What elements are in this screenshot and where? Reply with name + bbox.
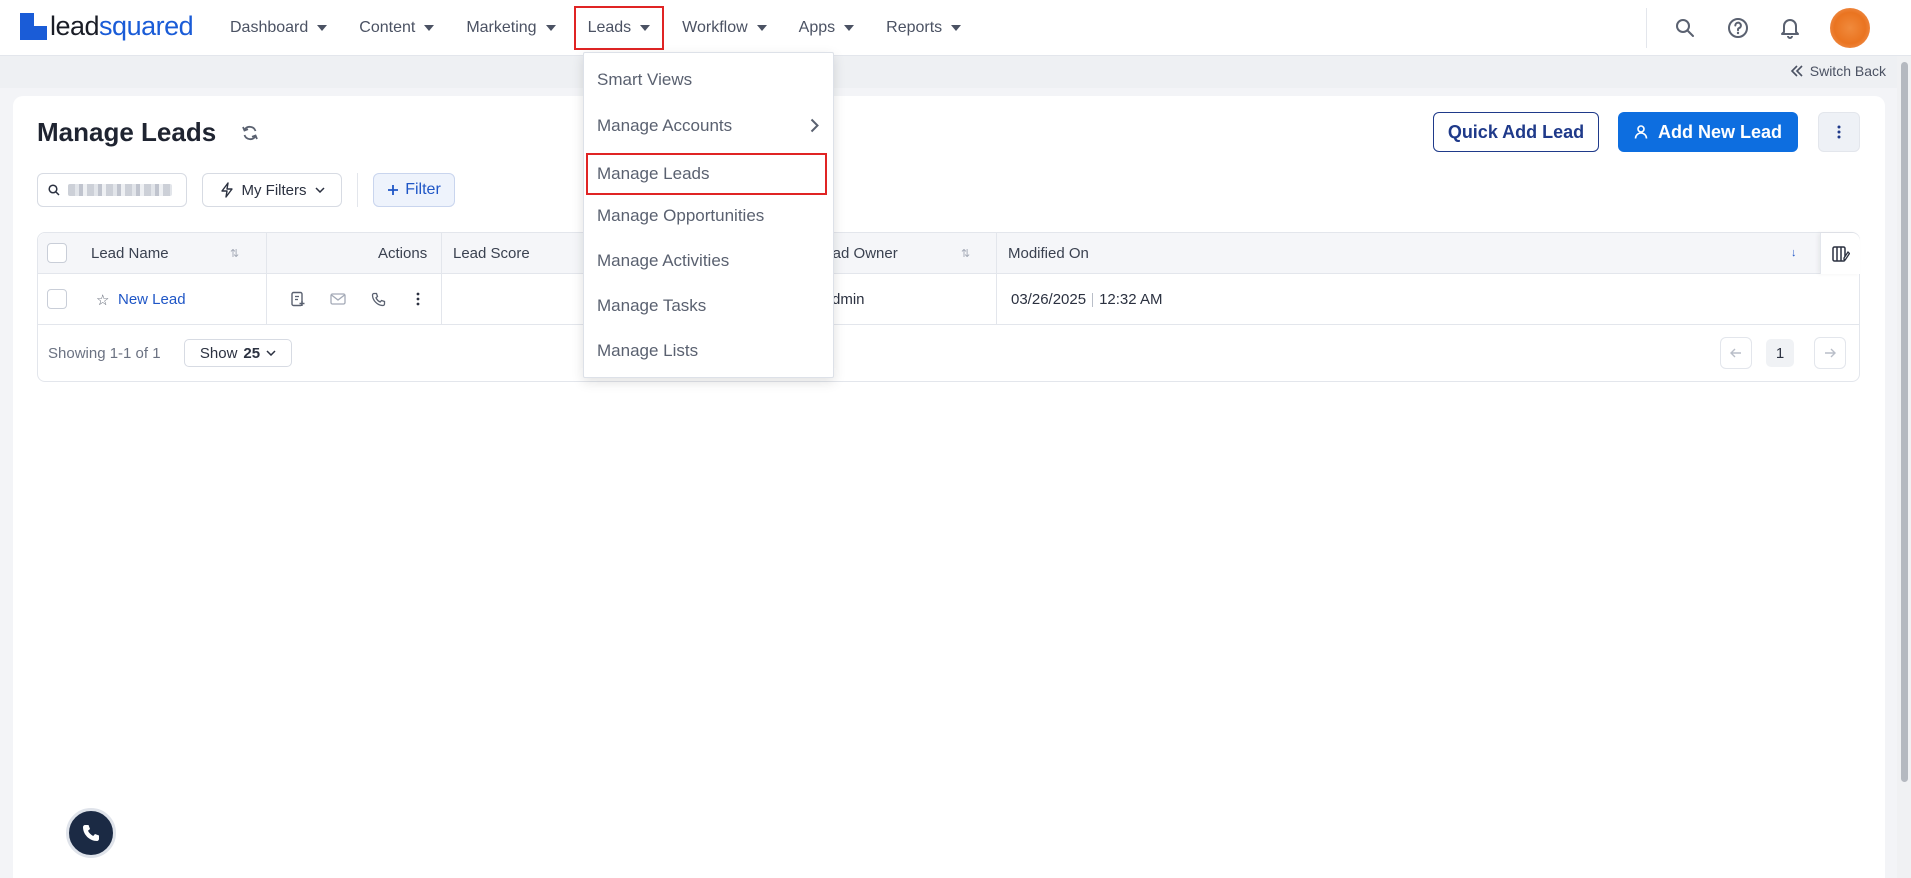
sort-desc-icon[interactable]: ↓ — [1791, 247, 1797, 259]
prev-page-button[interactable] — [1720, 337, 1752, 369]
caret-down-icon — [317, 25, 328, 31]
table-row[interactable]: ☆ New Lead Admin 03/26/2025 12:32 AM — [38, 274, 1859, 325]
showing-count: Showing 1-1 of 1 — [48, 345, 161, 362]
header-modified-on[interactable]: Modified On — [1008, 233, 1089, 274]
logo-text: leadsquared — [50, 10, 194, 41]
quick-add-lead-button[interactable]: Quick Add Lead — [1433, 112, 1599, 152]
filter-button[interactable]: Filter — [373, 173, 455, 207]
main-nav: Dashboard Content Marketing Leads Workfl… — [214, 0, 977, 56]
date-time-divider — [1092, 292, 1094, 307]
blurred-search-value — [68, 184, 172, 196]
menu-manage-accounts[interactable]: Manage Accounts — [584, 106, 833, 146]
header-actions: Actions — [378, 245, 428, 262]
modified-date: 03/26/2025 — [1011, 291, 1087, 308]
filter-label: Filter — [405, 181, 441, 198]
logo-mark-icon — [20, 12, 47, 40]
nav-leads[interactable]: Leads — [573, 6, 665, 50]
user-add-icon — [1634, 125, 1648, 139]
caret-down-icon — [951, 25, 962, 31]
refresh-icon[interactable] — [241, 124, 259, 147]
caret-down-icon — [756, 25, 767, 31]
caret-down-icon — [424, 25, 435, 31]
switch-back-link[interactable]: Switch Back — [1790, 63, 1886, 79]
leads-dropdown-menu: Smart Views Manage Accounts Manage Leads… — [583, 52, 834, 378]
page-size-value: 25 — [243, 344, 261, 362]
next-page-button[interactable] — [1814, 337, 1846, 369]
sort-icon[interactable]: ⇅ — [961, 247, 970, 260]
show-label: Show — [199, 344, 238, 362]
lightning-icon — [220, 182, 233, 198]
plus-icon — [388, 185, 399, 195]
email-icon[interactable] — [329, 290, 347, 308]
phone-icon — [83, 825, 99, 841]
select-all-checkbox[interactable] — [47, 243, 67, 263]
menu-manage-activities[interactable]: Manage Activities — [584, 241, 833, 281]
header-lead-name[interactable]: Lead Name — [91, 233, 169, 274]
caret-down-icon — [545, 25, 556, 31]
star-icon[interactable]: ☆ — [96, 274, 109, 325]
top-navbar: leadsquared Dashboard Content Marketing … — [0, 0, 1911, 56]
sort-icon[interactable]: ⇅ — [230, 247, 239, 260]
nav-workflow[interactable]: Workflow — [666, 6, 783, 50]
help-icon[interactable] — [1726, 16, 1750, 40]
scrollbar-thumb[interactable] — [1901, 62, 1908, 782]
menu-manage-leads[interactable]: Manage Leads — [586, 153, 827, 195]
menu-manage-tasks[interactable]: Manage Tasks — [584, 286, 833, 326]
modified-time: 12:32 AM — [1099, 291, 1163, 308]
menu-manage-lists[interactable]: Manage Lists — [584, 331, 833, 371]
row-checkbox[interactable] — [47, 289, 67, 309]
column-edit-icon — [1831, 245, 1850, 262]
lead-name-link[interactable]: New Lead — [118, 274, 186, 325]
menu-smart-views[interactable]: Smart Views — [584, 60, 833, 100]
double-chevron-left-icon — [1790, 65, 1803, 77]
phone-call-button[interactable] — [66, 808, 116, 858]
page-title: Manage Leads — [37, 117, 217, 147]
arrow-right-icon — [1825, 348, 1836, 358]
table-footer: Showing 1-1 of 1 Show 25 1 — [38, 325, 1859, 383]
search-icon — [48, 184, 60, 196]
bell-icon[interactable] — [1778, 16, 1802, 40]
kebab-icon — [1837, 125, 1841, 139]
chevron-right-icon — [810, 118, 819, 133]
add-activity-icon[interactable] — [289, 290, 307, 308]
leads-table: Lead Name ⇅ Actions Lead Score Lead Owne… — [37, 232, 1860, 382]
nav-reports[interactable]: Reports — [870, 6, 977, 50]
leadsquared-logo[interactable]: leadsquared — [20, 10, 194, 42]
menu-manage-opportunities[interactable]: Manage Opportunities — [584, 196, 833, 236]
caret-down-icon — [844, 25, 855, 31]
my-filters-label: My Filters — [241, 181, 307, 199]
filter-divider — [357, 173, 358, 207]
caret-down-icon — [640, 25, 651, 31]
add-new-lead-label: Add New Lead — [1657, 121, 1782, 142]
more-options-button[interactable] — [1818, 112, 1860, 152]
sub-bar — [0, 56, 1911, 88]
nav-apps[interactable]: Apps — [783, 6, 870, 50]
nav-content[interactable]: Content — [343, 6, 450, 50]
search-input[interactable] — [37, 173, 187, 207]
switch-back-label: Switch Back — [1809, 63, 1886, 79]
chevron-down-icon — [266, 350, 276, 356]
chevron-down-icon — [314, 187, 325, 193]
my-filters-dropdown[interactable]: My Filters — [202, 173, 342, 207]
phone-icon[interactable] — [369, 290, 387, 308]
modified-on-cell: 03/26/2025 12:32 AM — [1011, 274, 1162, 325]
header-lead-score[interactable]: Lead Score — [453, 233, 530, 274]
topbar-divider — [1646, 8, 1647, 48]
row-kebab-icon[interactable] — [409, 290, 427, 308]
search-icon[interactable] — [1673, 16, 1697, 40]
avatar[interactable] — [1830, 8, 1870, 48]
nav-dashboard[interactable]: Dashboard — [214, 6, 343, 50]
table-header — [38, 233, 1859, 274]
add-new-lead-button[interactable]: Add New Lead — [1618, 112, 1798, 152]
nav-marketing[interactable]: Marketing — [450, 6, 571, 50]
page-size-dropdown[interactable]: Show 25 — [184, 339, 292, 367]
current-page[interactable]: 1 — [1766, 339, 1794, 367]
main-card — [13, 96, 1885, 878]
menu-manage-accounts-label: Manage Accounts — [597, 116, 733, 135]
column-settings-button[interactable] — [1820, 233, 1860, 274]
arrow-left-icon — [1730, 348, 1741, 358]
